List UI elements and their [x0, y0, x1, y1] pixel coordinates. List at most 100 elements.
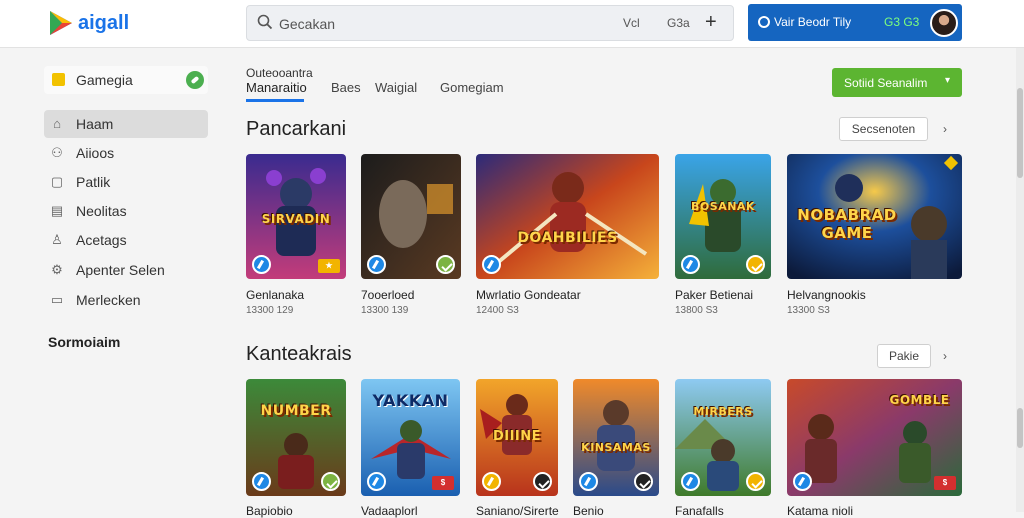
- sidebar-item-news[interactable]: ▤ Neolitas: [44, 197, 208, 225]
- section-sort-button[interactable]: Secsenoten: [839, 117, 928, 141]
- add-icon[interactable]: +: [705, 11, 717, 34]
- platform-icon: [252, 472, 271, 491]
- sidebar: Gamegia ⌂ Haam ⚇ Aiioos ▢ Patlik ▤ Neoli…: [0, 48, 225, 512]
- primary-action-button[interactable]: Sotiid Seanalim ▾: [832, 68, 962, 97]
- chevron-down-icon: ▾: [944, 75, 950, 86]
- tabs-kicker: Outeooantra: [246, 66, 313, 80]
- sidebar-section-title: Sormoiaim: [48, 334, 121, 350]
- search-input[interactable]: Gecakan: [279, 16, 335, 32]
- game-title[interactable]: Paker Betienai: [675, 288, 753, 302]
- game-title[interactable]: Bapiobio: [246, 504, 293, 518]
- tab-main[interactable]: Manaraitio: [246, 80, 307, 95]
- game-title[interactable]: Fanafalls: [675, 504, 724, 518]
- price-tag-icon: $: [934, 476, 956, 490]
- game-title[interactable]: Helvangnookis: [787, 288, 866, 302]
- section-title: Kanteakrais: [246, 343, 352, 365]
- rating-icon: [482, 472, 501, 491]
- sidebar-item-home[interactable]: ⌂ Haam: [44, 110, 208, 138]
- sidebar-item-folder[interactable]: ▭ Merlecken: [44, 286, 208, 314]
- tab-games[interactable]: Gomegiam: [440, 80, 504, 95]
- scrollbar[interactable]: [1016, 48, 1024, 512]
- logo-icon: [50, 11, 72, 35]
- brand-logo[interactable]: aigall: [48, 9, 129, 37]
- section-title: Pancarkani: [246, 118, 347, 140]
- game-art-title: NOBABRAD GAME: [797, 206, 897, 242]
- tab-basic[interactable]: Baes: [331, 80, 361, 95]
- sidebar-item-label: Acetags: [76, 232, 127, 248]
- price-tag-icon: $: [432, 476, 454, 490]
- verified-icon: [436, 255, 455, 274]
- game-thumbnail: NOBABRAD GAME: [787, 154, 962, 279]
- section-more-button[interactable]: Pakie: [877, 344, 931, 368]
- game-title[interactable]: Katama nioli: [787, 504, 853, 518]
- game-meta: 13300 139: [361, 305, 409, 316]
- news-icon: ▤: [50, 203, 64, 218]
- account-button[interactable]: Vair Beodr Tily G3 G3: [748, 4, 962, 41]
- scrollbar-thumb[interactable]: [1017, 88, 1023, 178]
- list-icon: ▢: [50, 174, 64, 189]
- top-bar: aigall Gecakan Vcl G3a + Vair Beodr Tily…: [0, 0, 1024, 48]
- platform-icon: [681, 472, 700, 491]
- brand-name: aigall: [78, 11, 130, 34]
- user-circle-icon: [758, 16, 770, 28]
- chevron-right-icon[interactable]: ›: [943, 122, 947, 136]
- game-title[interactable]: 7ooerloed: [361, 288, 414, 302]
- account-balance: G3 G3: [884, 15, 920, 29]
- game-thumbnail: [361, 154, 461, 279]
- game-art-title: SIRVADIN: [261, 212, 331, 226]
- rating-icon: ★: [318, 259, 340, 273]
- sidebar-item-label: Haam: [76, 116, 114, 132]
- platform-icon: [681, 255, 700, 274]
- sidebar-item-label: Patlik: [76, 174, 111, 190]
- controller-icon: [533, 472, 552, 491]
- game-thumbnail: BOSANAK: [675, 154, 771, 279]
- sidebar-item-label: Aiioos: [76, 145, 115, 161]
- folder-icon: ▭: [50, 292, 64, 307]
- avatar[interactable]: [930, 9, 958, 37]
- sidebar-item-label: Apenter Selen: [76, 262, 165, 278]
- search-filter[interactable]: Vcl: [623, 16, 640, 30]
- tab-waigial[interactable]: Waigial: [375, 80, 417, 95]
- primary-action-label: Sotiid Seanalim: [844, 76, 928, 90]
- platform-icon: [579, 472, 598, 491]
- search-bar[interactable]: Gecakan Vcl G3a +: [246, 5, 734, 41]
- game-thumbnail: DOAHBILIES: [476, 154, 659, 279]
- game-art-title: KINSAMAS: [581, 441, 651, 454]
- sidebar-item-settings[interactable]: ⚙ Apenter Selen: [44, 256, 208, 284]
- game-title[interactable]: Benio: [573, 504, 604, 518]
- sidebar-header-label: Gamegia: [76, 72, 133, 88]
- active-tab-indicator: [246, 99, 304, 102]
- platform-icon: [367, 255, 386, 274]
- sidebar-item-games[interactable]: ⚇ Aiioos: [44, 139, 208, 167]
- game-meta: 12400 S3: [476, 305, 519, 316]
- sidebar-item-list[interactable]: ▢ Patlik: [44, 168, 208, 196]
- sidebar-item-account[interactable]: ♙ Acetags: [44, 226, 208, 254]
- chevron-right-icon[interactable]: ›: [943, 349, 947, 363]
- sidebar-item-label: Neolitas: [76, 203, 127, 219]
- platform-icon: [252, 255, 271, 274]
- user-icon: ♙: [51, 232, 63, 247]
- game-title[interactable]: Saniano/Sirerte: [476, 504, 559, 518]
- home-icon: ⌂: [53, 116, 61, 131]
- game-thumbnail: YAKKAN $: [361, 379, 460, 496]
- game-art-title: GOMBLE: [889, 393, 950, 407]
- game-title[interactable]: Vadaaplorl: [361, 504, 417, 518]
- search-count: G3a: [667, 16, 690, 30]
- game-thumbnail: GOMBLE $: [787, 379, 962, 496]
- edit-icon[interactable]: [186, 71, 204, 89]
- game-title[interactable]: Genlanaka: [246, 288, 304, 302]
- game-thumbnail: DIIINE: [476, 379, 558, 496]
- scrollbar-thumb-secondary[interactable]: [1017, 408, 1023, 448]
- platform-icon: [482, 255, 501, 274]
- game-meta: 13800 S3: [675, 305, 718, 316]
- game-art-icon: [476, 154, 659, 279]
- game-thumbnail: SIRVADIN ★: [246, 154, 346, 279]
- game-thumbnail: KINSAMAS: [573, 379, 659, 496]
- rating-icon: [746, 255, 765, 274]
- verified-icon: [321, 472, 340, 491]
- game-title[interactable]: Mwrlatio Gondeatar: [476, 288, 581, 302]
- game-meta: 13300 S3: [787, 305, 830, 316]
- game-art-title: DOAHBILIES: [517, 230, 618, 246]
- sidebar-header[interactable]: Gamegia: [44, 66, 208, 94]
- platform-icon: [793, 472, 812, 491]
